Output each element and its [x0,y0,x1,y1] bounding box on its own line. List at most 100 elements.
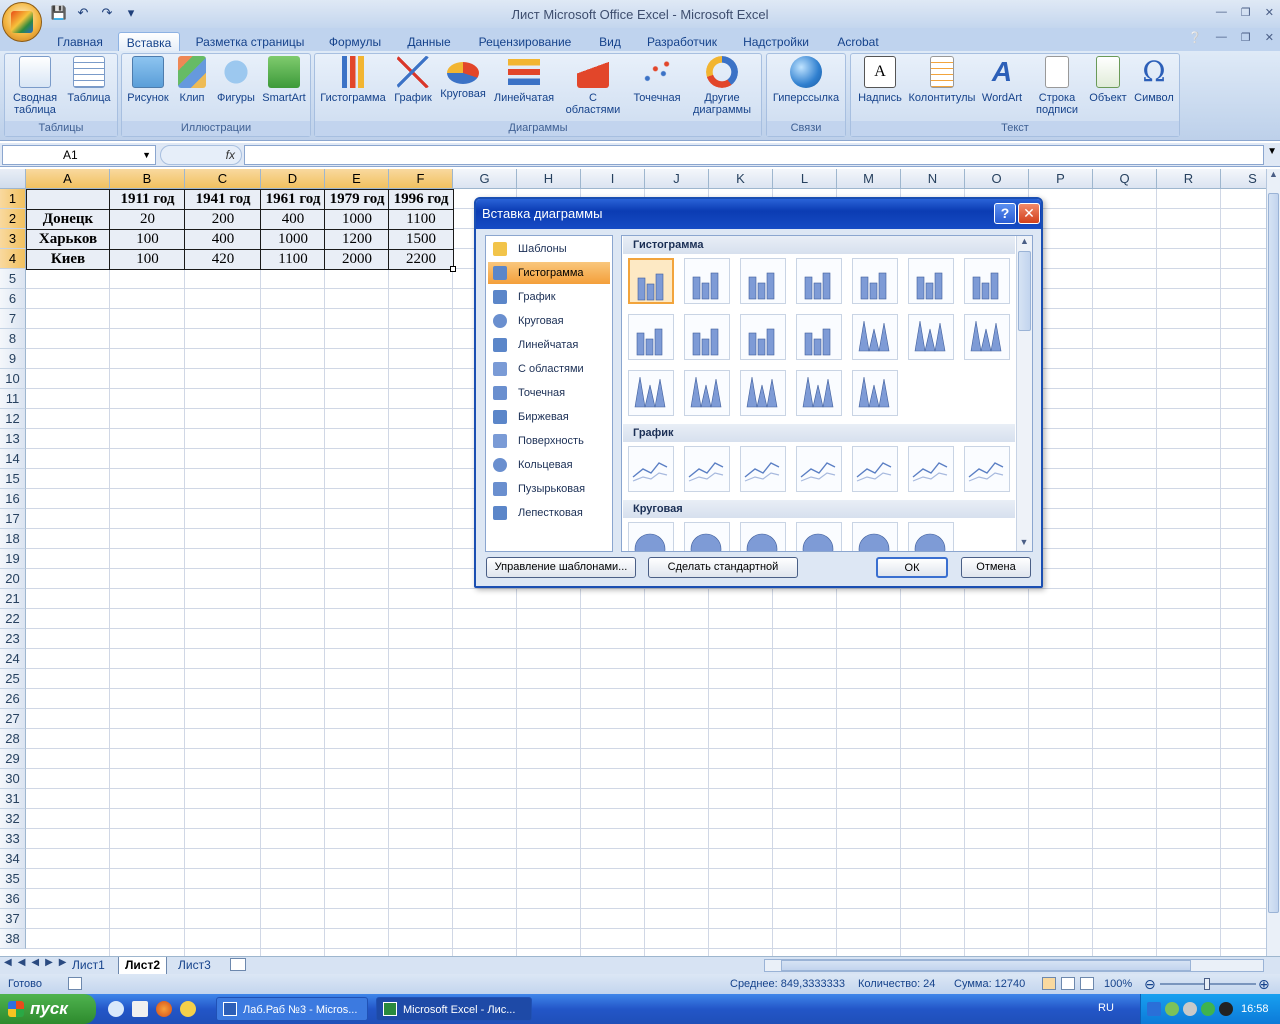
row-header-3[interactable]: 3 [0,229,26,249]
zoom-level[interactable]: 100% [1104,974,1132,994]
row-header-15[interactable]: 15 [0,469,26,489]
chart-category-3[interactable]: Круговая [488,310,610,332]
tab-home[interactable]: Главная [48,32,112,52]
column-header-o[interactable]: O [965,169,1029,189]
tab-formulas[interactable]: Формулы [322,32,388,52]
table-cell[interactable]: 1500 [389,229,453,249]
table-cell[interactable]: 1000 [325,209,389,229]
quicklaunch-desktop-icon[interactable] [132,1001,148,1017]
row-header-17[interactable]: 17 [0,509,26,529]
chart-category-1[interactable]: Гистограмма [488,262,610,284]
chart-subtype-cone[interactable] [852,314,898,360]
dialog-close-icon[interactable]: ✕ [1018,203,1040,224]
chart-category-11[interactable]: Лепестковая [488,502,610,524]
table-row-label[interactable]: Харьков [26,229,110,249]
column-header-m[interactable]: M [837,169,901,189]
fill-handle[interactable] [450,266,456,272]
sheet-tab-3[interactable]: Лист3 [172,957,217,974]
horizontal-scrollbar[interactable] [764,959,1264,972]
tray-volume-icon[interactable] [1183,1002,1197,1016]
row-header-6[interactable]: 6 [0,289,26,309]
ribbon-close-icon[interactable]: ✕ [1265,31,1274,44]
chart-subtype-line[interactable] [740,446,786,492]
taskbar-item-excel[interactable]: Microsoft Excel - Лис... [376,997,532,1021]
chart-subtype-column[interactable] [684,314,730,360]
chart-category-6[interactable]: Точечная [488,382,610,404]
chart-subtype-pie[interactable] [908,522,954,551]
row-header-29[interactable]: 29 [0,749,26,769]
table-button[interactable]: Таблица [63,56,115,104]
row-header-8[interactable]: 8 [0,329,26,349]
row-header-13[interactable]: 13 [0,429,26,449]
chart-subtype-line[interactable] [628,446,674,492]
scroll-up-icon[interactable]: ▲ [1267,169,1280,185]
chart-subtype-line[interactable] [908,446,954,492]
row-header-2[interactable]: 2 [0,209,26,229]
tab-developer[interactable]: Разработчик [640,32,724,52]
chart-subtype-column[interactable] [796,258,842,304]
formula-input[interactable] [244,145,1264,165]
horizontal-scroll-thumb[interactable] [781,960,1191,971]
language-indicator[interactable]: RU [1098,1002,1114,1014]
column-header-r[interactable]: R [1157,169,1221,189]
row-header-10[interactable]: 10 [0,369,26,389]
tray-media-icon[interactable] [1219,1002,1233,1016]
chart-subtype-cone[interactable] [852,370,898,416]
minimize-icon[interactable]: — [1216,6,1227,19]
row-header-20[interactable]: 20 [0,569,26,589]
column-header-q[interactable]: Q [1093,169,1157,189]
ribbon-restore-icon[interactable]: ❐ [1241,31,1251,44]
normal-view-icon[interactable] [1042,977,1056,990]
row-header-23[interactable]: 23 [0,629,26,649]
table-row-label[interactable]: Донецк [26,209,110,229]
table-cell[interactable]: 1100 [389,209,453,229]
other-charts-button[interactable]: Другие диаграммы [687,56,757,116]
table-cell[interactable]: 20 [110,209,185,229]
column-header-l[interactable]: L [773,169,837,189]
vertical-scrollbar[interactable]: ▲ [1266,169,1280,956]
tab-acrobat[interactable]: Acrobat [828,32,888,52]
smartart-button[interactable]: SmartArt [260,56,308,104]
table-cell[interactable]: 420 [185,249,261,269]
office-button[interactable] [2,2,42,42]
chart-subtype-line[interactable] [684,446,730,492]
vertical-scroll-thumb[interactable] [1268,193,1279,913]
expand-formula-icon[interactable]: ▼ [1267,146,1277,157]
chart-category-4[interactable]: Линейчатая [488,334,610,356]
pie-chart-button[interactable]: Круговая [437,56,489,100]
column-header-d[interactable]: D [261,169,325,189]
shapes-button[interactable]: Фигуры [212,56,260,104]
chart-subtype-pie[interactable] [796,522,842,551]
zoom-in-icon[interactable]: ⊕ [1258,974,1270,994]
clip-button[interactable]: Клип [174,56,210,104]
taskbar-item-word[interactable]: Лаб.Раб №3 - Micros... [216,997,368,1021]
table-header-cell[interactable]: 1979 год [325,189,389,209]
ok-button[interactable]: ОК [876,557,948,578]
column-header-n[interactable]: N [901,169,965,189]
name-box-dropdown-icon[interactable]: ▼ [142,146,151,164]
row-header-1[interactable]: 1 [0,189,26,209]
ribbon-minimize-icon[interactable]: — [1216,31,1227,44]
tab-data[interactable]: Данные [400,32,458,52]
chart-subtype-cone[interactable] [684,370,730,416]
chart-category-8[interactable]: Поверхность [488,430,610,452]
area-chart-button[interactable]: С областями [561,56,625,116]
chart-subtype-pie[interactable] [628,522,674,551]
table-header-cell[interactable]: 1911 год [110,189,185,209]
cancel-button[interactable]: Отмена [961,557,1031,578]
chart-category-9[interactable]: Кольцевая [488,454,610,476]
chart-subtype-line[interactable] [852,446,898,492]
table-header-cell[interactable]: 1961 год [261,189,325,209]
hyperlink-button[interactable]: Гиперссылка [771,56,841,104]
quicklaunch-ie-icon[interactable] [108,1001,124,1017]
row-header-33[interactable]: 33 [0,829,26,849]
column-header-c[interactable]: C [185,169,261,189]
line-chart-button[interactable]: График [391,56,435,104]
row-header-32[interactable]: 32 [0,809,26,829]
column-header-p[interactable]: P [1029,169,1093,189]
row-header-37[interactable]: 37 [0,909,26,929]
row-header-22[interactable]: 22 [0,609,26,629]
chart-subtype-cone[interactable] [796,370,842,416]
chart-subtype-column[interactable] [908,258,954,304]
chart-subtype-cone[interactable] [628,370,674,416]
